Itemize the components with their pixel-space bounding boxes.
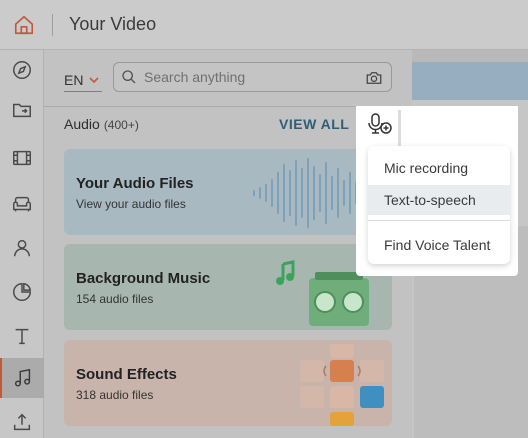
section-title: Audio [64,116,100,132]
card-subtitle: 154 audio files [76,292,154,306]
rail-item-explore[interactable] [0,50,44,90]
rail-item-charts[interactable] [0,272,44,312]
audio-card-background-music[interactable]: Background Music 154 audio files [64,244,392,330]
music-icon [14,368,31,387]
rail-item-video[interactable] [0,138,44,178]
menu-item-text-to-speech[interactable]: Text-to-speech [368,185,510,215]
upload-icon [13,413,31,431]
rail-item-media[interactable] [0,90,44,130]
chevron-down-icon [89,76,100,83]
rail-item-text[interactable] [0,316,44,356]
sound-pads-icon [300,344,384,426]
menu-divider [368,220,510,221]
voice-add-button[interactable] [362,110,398,138]
mic-add-icon [368,113,392,134]
audio-card-your-files[interactable]: Your Audio Files View your audio files [64,149,392,235]
top-divider [52,14,53,36]
sofa-icon [13,196,31,212]
mic-area-scrollbar [398,110,401,146]
view-all-link[interactable]: VIEW ALL [279,116,349,132]
rail-item-upload[interactable] [0,402,44,438]
pie-chart-icon [13,282,32,301]
left-rail [0,50,44,438]
home-icon [14,15,34,35]
image-search-button[interactable] [365,69,383,92]
rail-item-audio[interactable] [0,358,44,398]
language-value: EN [64,71,84,88]
person-icon [13,239,31,257]
audio-section-header: Audio (400+) [64,116,139,132]
rail-item-avatars[interactable] [0,228,44,268]
menu-item-find-voice-talent[interactable]: Find Voice Talent [368,230,510,260]
audio-card-sound-effects[interactable]: Sound Effects 318 audio files [64,340,392,426]
card-title: Background Music [76,270,211,287]
card-title: Sound Effects [76,366,177,383]
card-title: Your Audio Files [76,175,194,192]
canvas-top-strip [412,62,528,100]
folder-import-icon [13,103,31,118]
top-bar: Your Video [0,0,528,50]
text-icon [15,328,29,345]
camera-icon [366,72,382,84]
card-subtitle: View your audio files [76,197,186,211]
page-title: Your Video [69,14,157,34]
search-box [113,62,392,92]
section-count: (400+) [103,118,139,132]
home-button[interactable] [10,11,38,39]
language-select[interactable]: EN [64,68,102,92]
menu-item-mic-recording[interactable]: Mic recording [368,153,510,183]
voice-dropdown-menu: Mic recording Text-to-speech Find Voice … [368,146,510,264]
rail-item-backgrounds[interactable] [0,184,44,224]
search-icon [122,70,136,84]
compass-icon [13,61,31,79]
card-subtitle: 318 audio files [76,388,154,402]
search-input[interactable] [144,69,354,85]
film-icon [13,150,31,166]
